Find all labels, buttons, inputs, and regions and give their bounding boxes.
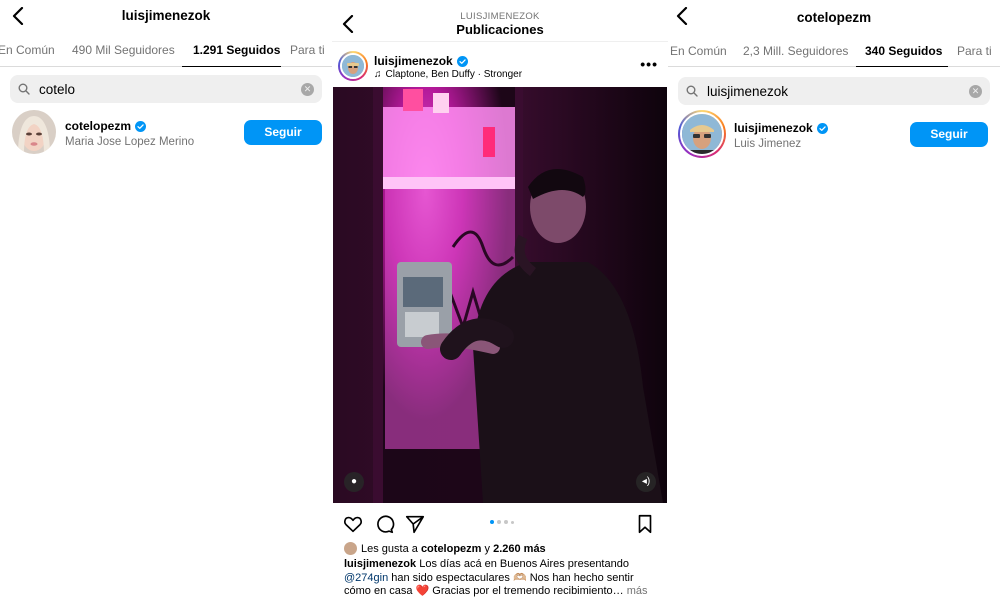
search-query: cotelo	[39, 81, 76, 97]
carousel-dot	[490, 520, 494, 524]
tab-en-comun[interactable]: En Común	[670, 44, 727, 58]
username: luisjimenezok	[734, 121, 813, 135]
caption-mention[interactable]: @274gin	[344, 572, 388, 584]
page-subtitle: LUISJIMENEZOK	[460, 11, 540, 22]
search-icon	[686, 85, 698, 97]
comment-icon[interactable]	[373, 513, 395, 535]
post-panel: LUISJIMENEZOK Publicaciones luisjimenezo…	[332, 0, 668, 600]
tab-seguidos[interactable]: 1.291 Seguidos	[193, 43, 280, 57]
page-title: Publicaciones	[456, 22, 544, 37]
user-result-row[interactable]: cotelopezm Maria Jose Lopez Merino Segui…	[12, 110, 322, 156]
user-result-row[interactable]: luisjimenezok Luis Jimenez Seguir	[678, 110, 988, 158]
share-send-icon[interactable]	[404, 513, 426, 535]
tab-seguidores[interactable]: 2,3 Mill. Seguidores	[743, 44, 848, 58]
full-name: Maria Jose Lopez Merino	[65, 136, 195, 148]
avatar-story-ring[interactable]	[678, 110, 726, 158]
caption-text-cont: han sido espectaculares 🫶🏼 Nos han hecho…	[344, 571, 634, 598]
tab-bar: En Común 2,3 Mill. Seguidores 340 Seguid…	[668, 34, 1000, 67]
volume-icon[interactable]: ◂)	[636, 472, 656, 492]
tab-seguidos[interactable]: 340 Seguidos	[865, 44, 942, 58]
likes-conjunction: y	[484, 542, 491, 555]
follow-button[interactable]: Seguir	[244, 120, 322, 145]
likes-prefix: Les gusta a	[361, 542, 418, 555]
post-actions	[332, 508, 668, 538]
username: cotelopezm	[65, 119, 132, 133]
search-input[interactable]: luisjimenezok ✕	[678, 77, 990, 105]
active-tab-indicator	[182, 66, 281, 67]
music-note-icon: ♫	[374, 69, 382, 80]
carousel-dot	[511, 520, 514, 524]
full-name: Luis Jimenez	[734, 138, 802, 150]
page-title: luisjimenezok	[121, 8, 211, 23]
tab-seguidores[interactable]: 490 Mil Seguidores	[72, 43, 175, 57]
tab-en-comun[interactable]: En Común	[0, 43, 55, 57]
top-bar: cotelopezm	[668, 0, 1000, 34]
more-options-icon[interactable]: •••	[640, 56, 658, 72]
tagged-people-icon[interactable]: ●	[344, 472, 364, 492]
clear-search-icon[interactable]: ✕	[301, 83, 314, 96]
caption-text: Los días acá en Buenos Aires presentando	[419, 558, 629, 570]
clear-search-icon[interactable]: ✕	[969, 85, 982, 98]
likes-count[interactable]: 2.260 más	[493, 543, 546, 555]
avatar	[680, 112, 724, 156]
search-icon	[18, 83, 30, 95]
music-info[interactable]: ♫ Claptone, Ben Duffy · Stronger	[374, 69, 522, 80]
like-heart-icon[interactable]	[342, 513, 364, 535]
tab-para-ti[interactable]: Para ti	[957, 44, 992, 58]
caption-username[interactable]: luisjimenezok	[344, 558, 416, 570]
carousel-indicator	[490, 520, 514, 524]
carousel-dot	[504, 520, 508, 524]
likes-user[interactable]: cotelopezm	[421, 543, 482, 555]
post-caption: luisjimenezok Los días acá en Buenos Air…	[344, 558, 662, 599]
top-bar: luisjimenezok	[0, 0, 332, 34]
liker-avatar	[344, 542, 357, 555]
post-username[interactable]: luisjimenezok	[374, 54, 453, 68]
avatar[interactable]	[12, 110, 56, 154]
page-title: cotelopezm	[796, 10, 872, 25]
verified-badge-icon	[816, 122, 828, 134]
top-bar: LUISJIMENEZOK Publicaciones	[332, 0, 668, 42]
verified-badge-icon	[135, 120, 147, 132]
search-input[interactable]: cotelo ✕	[10, 75, 322, 103]
post-photo[interactable]: ● ◂)	[333, 87, 667, 503]
avatar[interactable]	[338, 51, 368, 81]
following-list-panel-cotelopezm: cotelopezm En Común 2,3 Mill. Seguidores…	[668, 0, 1000, 600]
tab-para-ti[interactable]: Para ti	[290, 43, 325, 57]
music-track: Claptone, Ben Duffy · Stronger	[385, 69, 523, 80]
verified-badge-icon	[456, 55, 468, 67]
follow-button[interactable]: Seguir	[910, 122, 988, 147]
likes-summary[interactable]: Les gusta a cotelopezm y 2.260 más	[344, 542, 546, 555]
caption-more-link[interactable]: más	[627, 585, 648, 597]
tab-bar: En Común 490 Mil Seguidores 1.291 Seguid…	[0, 34, 332, 67]
phone-booth-photo	[333, 87, 667, 503]
save-bookmark-icon[interactable]	[634, 513, 656, 535]
search-query: luisjimenezok	[707, 83, 789, 99]
active-tab-indicator	[856, 66, 948, 67]
carousel-dot	[497, 520, 501, 524]
post-header: luisjimenezok ♫ Claptone, Ben Duffy · St…	[332, 44, 668, 86]
following-list-panel-luisjimenezok: luisjimenezok En Común 490 Mil Seguidore…	[0, 0, 332, 600]
